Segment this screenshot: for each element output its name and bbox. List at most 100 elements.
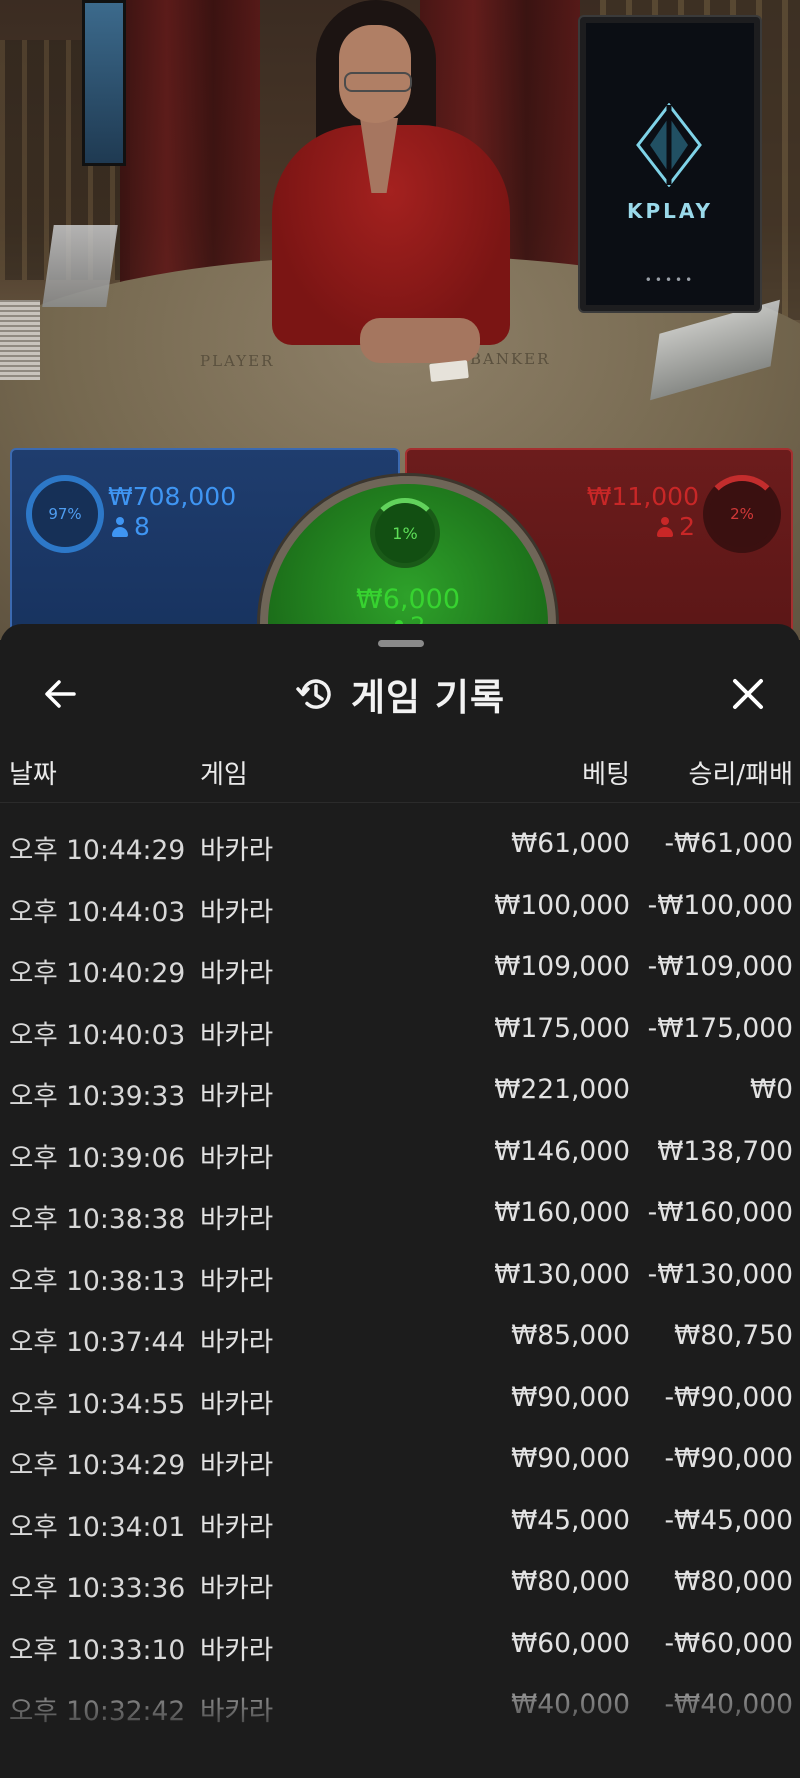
row-game: 바카라 bbox=[200, 1142, 274, 1174]
row-game: 바카라 bbox=[200, 1511, 274, 1543]
row-bet: ₩61,000 bbox=[511, 828, 630, 859]
row-result: ₩138,700 bbox=[657, 1135, 793, 1167]
row-game: 바카라 bbox=[200, 1573, 274, 1604]
table-row[interactable]: 오후 10:40:03 바카라 ₩175,000 -₩175,000 bbox=[0, 1001, 800, 1063]
kplay-logo-text: KPLAY bbox=[627, 199, 713, 223]
row-time: 오후 10:40:29 bbox=[9, 958, 186, 989]
row-game: 바카라 bbox=[200, 1696, 274, 1727]
row-result: -₩130,000 bbox=[647, 1258, 793, 1290]
row-result: -₩160,000 bbox=[647, 1197, 793, 1228]
row-result: ₩80,750 bbox=[674, 1320, 793, 1351]
row-bet: ₩85,000 bbox=[511, 1320, 630, 1351]
row-game: 바카라 bbox=[200, 1388, 274, 1420]
row-time: 오후 10:44:29 bbox=[9, 835, 186, 866]
row-time: 오후 10:33:10 bbox=[9, 1634, 186, 1666]
row-time: 오후 10:40:03 bbox=[9, 1019, 186, 1051]
table-row[interactable]: 오후 10:34:01 바카라 ₩45,000 -₩45,000 bbox=[0, 1493, 800, 1555]
row-time: 오후 10:38:13 bbox=[9, 1265, 186, 1297]
table-row[interactable]: 오후 10:44:03 바카라 ₩100,000 -₩100,000 bbox=[0, 878, 800, 940]
table-row[interactable]: 오후 10:39:33 바카라 ₩221,000 ₩0 bbox=[0, 1062, 800, 1124]
kplay-logo-icon bbox=[636, 103, 702, 187]
row-game: 바카라 bbox=[200, 1081, 274, 1112]
column-header-game: 게임 bbox=[200, 760, 248, 790]
banker-count-value: 2 bbox=[679, 512, 695, 541]
table-label-player: PLAYER bbox=[200, 352, 275, 370]
row-time: 오후 10:38:38 bbox=[9, 1204, 186, 1235]
banker-percent-ring: 2% bbox=[703, 475, 781, 553]
table-row[interactable]: 오후 10:44:29 바카라 ₩61,000 -₩61,000 bbox=[0, 816, 800, 878]
tie-bet-amount: ₩6,000 bbox=[356, 584, 460, 615]
column-header-bet: 베팅 bbox=[582, 760, 630, 790]
table-row[interactable]: 오후 10:34:55 바카라 ₩90,000 -₩90,000 bbox=[0, 1370, 800, 1432]
player-bet-amount: ₩708,000 bbox=[108, 482, 237, 511]
row-time: 오후 10:34:01 bbox=[9, 1511, 186, 1543]
column-header-date: 날짜 bbox=[9, 760, 57, 790]
row-bet: ₩40,000 bbox=[511, 1689, 630, 1720]
table-label-banker: BANKER bbox=[470, 350, 551, 368]
banker-bet-amount: ₩11,000 bbox=[586, 482, 699, 511]
row-game: 바카라 bbox=[200, 1450, 274, 1481]
dealer-hands bbox=[360, 318, 480, 363]
row-game: 바카라 bbox=[200, 1204, 274, 1235]
row-game: 바카라 bbox=[200, 835, 274, 866]
table-row[interactable]: 오후 10:39:06 바카라 ₩146,000 ₩138,700 bbox=[0, 1124, 800, 1186]
close-button[interactable] bbox=[724, 670, 772, 718]
table-row[interactable]: 오후 10:38:38 바카라 ₩160,000 -₩160,000 bbox=[0, 1185, 800, 1247]
table-row[interactable]: 오후 10:33:10 바카라 ₩60,000 -₩60,000 bbox=[0, 1616, 800, 1678]
row-result: -₩40,000 bbox=[664, 1689, 794, 1720]
table-row[interactable]: 오후 10:38:13 바카라 ₩130,000 -₩130,000 bbox=[0, 1247, 800, 1309]
banker-percent: 2% bbox=[730, 505, 754, 523]
column-header-result: 승리/패배 bbox=[688, 760, 793, 790]
dealer-glasses bbox=[344, 72, 412, 92]
row-game: 바카라 bbox=[200, 896, 274, 928]
row-time: 오후 10:32:42 bbox=[9, 1696, 186, 1727]
player-bettor-count: 8 bbox=[112, 512, 150, 541]
row-time: 오후 10:39:06 bbox=[9, 1142, 186, 1174]
tie-percent: 1% bbox=[392, 523, 418, 543]
row-result: ₩0 bbox=[749, 1074, 793, 1105]
row-bet: ₩80,000 bbox=[511, 1566, 630, 1597]
close-icon bbox=[733, 679, 763, 709]
sheet-title-text: 게임 기록 bbox=[350, 676, 506, 719]
card-stack-left bbox=[0, 300, 40, 380]
row-bet: ₩160,000 bbox=[494, 1197, 630, 1228]
player-percent-ring: 97% bbox=[26, 475, 104, 553]
banker-bettor-count: 2 bbox=[657, 512, 695, 541]
curtain-left bbox=[120, 0, 260, 300]
player-percent: 97% bbox=[48, 505, 82, 523]
row-bet: ₩60,000 bbox=[511, 1627, 630, 1659]
game-history-sheet: 게임 기록 날짜 게임 베팅 승리/패배 오후 10:44:29 바카라 ₩61,0… bbox=[0, 624, 800, 1778]
monitor-page-dots: ••••• bbox=[644, 273, 696, 287]
row-result: -₩61,000 bbox=[664, 828, 794, 859]
table-row[interactable]: 오후 10:34:29 바카라 ₩90,000 -₩90,000 bbox=[0, 1431, 800, 1493]
row-bet: ₩90,000 bbox=[511, 1443, 630, 1474]
history-table-body[interactable]: 오후 10:44:29 바카라 ₩61,000 -₩61,000 오후 10:44:0… bbox=[0, 816, 800, 1739]
player-count-value: 8 bbox=[134, 512, 150, 541]
row-bet: ₩146,000 bbox=[494, 1135, 630, 1167]
row-result: -₩109,000 bbox=[647, 951, 793, 982]
tie-percent-ring: 1% bbox=[370, 498, 440, 568]
row-bet: ₩100,000 bbox=[494, 889, 630, 921]
table-row[interactable]: 오후 10:37:44 바카라 ₩85,000 ₩80,750 bbox=[0, 1308, 800, 1370]
row-result: -₩100,000 bbox=[647, 889, 793, 921]
row-time: 오후 10:33:36 bbox=[9, 1573, 186, 1604]
row-game: 바카라 bbox=[200, 958, 274, 989]
brand-monitor: KPLAY ••••• bbox=[580, 17, 760, 311]
row-result: -₩90,000 bbox=[664, 1381, 794, 1413]
table-row[interactable]: 오후 10:40:29 바카라 ₩109,000 -₩109,000 bbox=[0, 939, 800, 1001]
table-row[interactable]: 오후 10:33:36 바카라 ₩80,000 ₩80,000 bbox=[0, 1554, 800, 1616]
row-result: -₩45,000 bbox=[664, 1504, 794, 1536]
history-table-header: 날짜 게임 베팅 승리/패배 bbox=[0, 754, 800, 803]
row-time: 오후 10:39:33 bbox=[9, 1081, 186, 1112]
row-bet: ₩221,000 bbox=[494, 1074, 630, 1105]
row-bet: ₩109,000 bbox=[494, 951, 630, 982]
row-bet: ₩175,000 bbox=[494, 1012, 630, 1044]
sheet-drag-handle[interactable] bbox=[378, 640, 424, 647]
row-game: 바카라 bbox=[200, 1019, 274, 1051]
side-screen bbox=[82, 0, 126, 166]
row-time: 오후 10:44:03 bbox=[9, 896, 186, 928]
table-row[interactable]: 오후 10:32:42 바카라 ₩40,000 -₩40,000 bbox=[0, 1677, 800, 1739]
row-time: 오후 10:34:29 bbox=[9, 1450, 186, 1481]
row-result: -₩90,000 bbox=[664, 1443, 794, 1474]
row-time: 오후 10:34:55 bbox=[9, 1388, 186, 1420]
